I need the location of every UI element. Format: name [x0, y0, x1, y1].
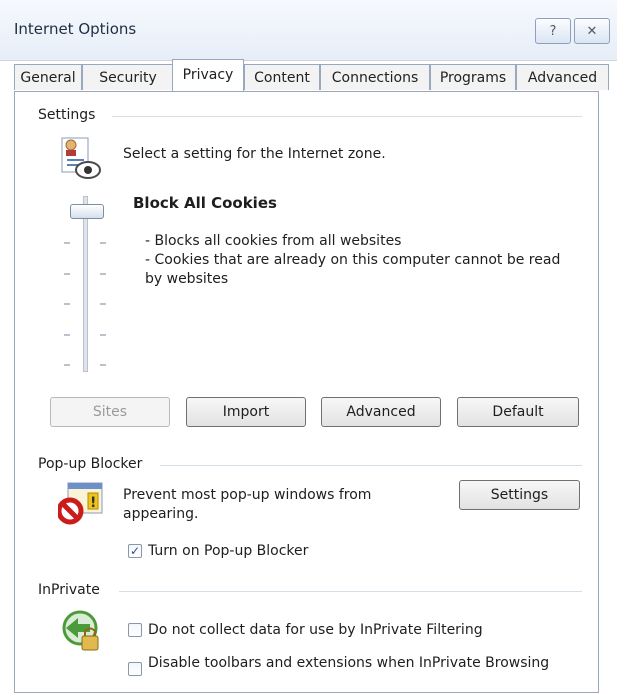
- help-button[interactable]: ?: [535, 18, 571, 44]
- tab-advanced[interactable]: Advanced: [516, 64, 609, 90]
- popup-desc-1: Prevent most pop-up windows from: [123, 487, 372, 503]
- slider-tick: [64, 303, 70, 305]
- popup-blocker-icon: !: [58, 482, 103, 525]
- inprivate-filtering-checkbox[interactable]: [128, 623, 142, 637]
- tab-connections[interactable]: Connections: [320, 64, 430, 90]
- slider-tick: [64, 273, 70, 275]
- privacy-slider-thumb[interactable]: [70, 204, 104, 219]
- popup-group-title: Pop-up Blocker: [38, 456, 151, 472]
- popup-group-line: [160, 465, 582, 466]
- internet-zone-icon: [61, 137, 101, 179]
- slider-tick: [100, 364, 106, 366]
- check-icon: ✓: [129, 544, 141, 558]
- tab-privacy[interactable]: Privacy: [172, 59, 244, 91]
- slider-tick: [64, 334, 70, 336]
- privacy-slider-track[interactable]: [83, 196, 88, 372]
- svg-text:!: !: [90, 495, 96, 511]
- inprivate-filtering-label[interactable]: Do not collect data for use by InPrivate…: [148, 621, 483, 639]
- help-icon: ?: [549, 23, 557, 39]
- inprivate-group-line: [119, 591, 582, 592]
- import-button[interactable]: Import: [186, 397, 306, 427]
- close-icon: ✕: [586, 23, 598, 39]
- advanced-button[interactable]: Advanced: [321, 397, 441, 427]
- inprivate-icon: [62, 610, 99, 651]
- zone-prompt: Select a setting for the Internet zone.: [123, 146, 386, 162]
- window-title: Internet Options: [14, 20, 137, 38]
- slider-tick: [64, 364, 70, 366]
- privacy-panel: [14, 91, 599, 693]
- slider-tick: [100, 334, 106, 336]
- title-bar: Internet Options ? ✕: [0, 0, 617, 61]
- inprivate-group-title: InPrivate: [38, 582, 108, 598]
- popup-desc-2: appearing.: [123, 506, 199, 522]
- tab-security[interactable]: Security: [82, 64, 174, 90]
- privacy-level-desc-1: - Blocks all cookies from all websites: [145, 233, 402, 249]
- popup-blocker-checkbox-label[interactable]: Turn on Pop-up Blocker: [148, 542, 308, 560]
- disable-toolbars-label[interactable]: Disable toolbars and extensions when InP…: [148, 654, 549, 672]
- sites-button[interactable]: Sites: [50, 397, 170, 427]
- slider-tick: [100, 303, 106, 305]
- slider-tick: [100, 242, 106, 244]
- slider-tick: [64, 242, 70, 244]
- tab-general[interactable]: General: [14, 64, 82, 90]
- disable-toolbars-checkbox[interactable]: [128, 662, 142, 676]
- tab-programs[interactable]: Programs: [430, 64, 516, 90]
- privacy-level-desc-3: by websites: [145, 271, 229, 287]
- slider-tick: [100, 273, 106, 275]
- privacy-level-desc-2: - Cookies that are already on this compu…: [145, 252, 561, 268]
- close-button[interactable]: ✕: [574, 18, 610, 44]
- settings-group-title: Settings: [38, 107, 104, 123]
- tab-strip: General Security Privacy Content Connect…: [14, 59, 609, 92]
- default-button[interactable]: Default: [457, 397, 579, 427]
- popup-settings-button[interactable]: Settings: [459, 480, 580, 510]
- popup-blocker-checkbox[interactable]: ✓: [128, 544, 142, 558]
- tab-content[interactable]: Content: [244, 64, 320, 90]
- privacy-level-title: Block All Cookies: [133, 194, 277, 212]
- settings-group-line: [112, 116, 582, 117]
